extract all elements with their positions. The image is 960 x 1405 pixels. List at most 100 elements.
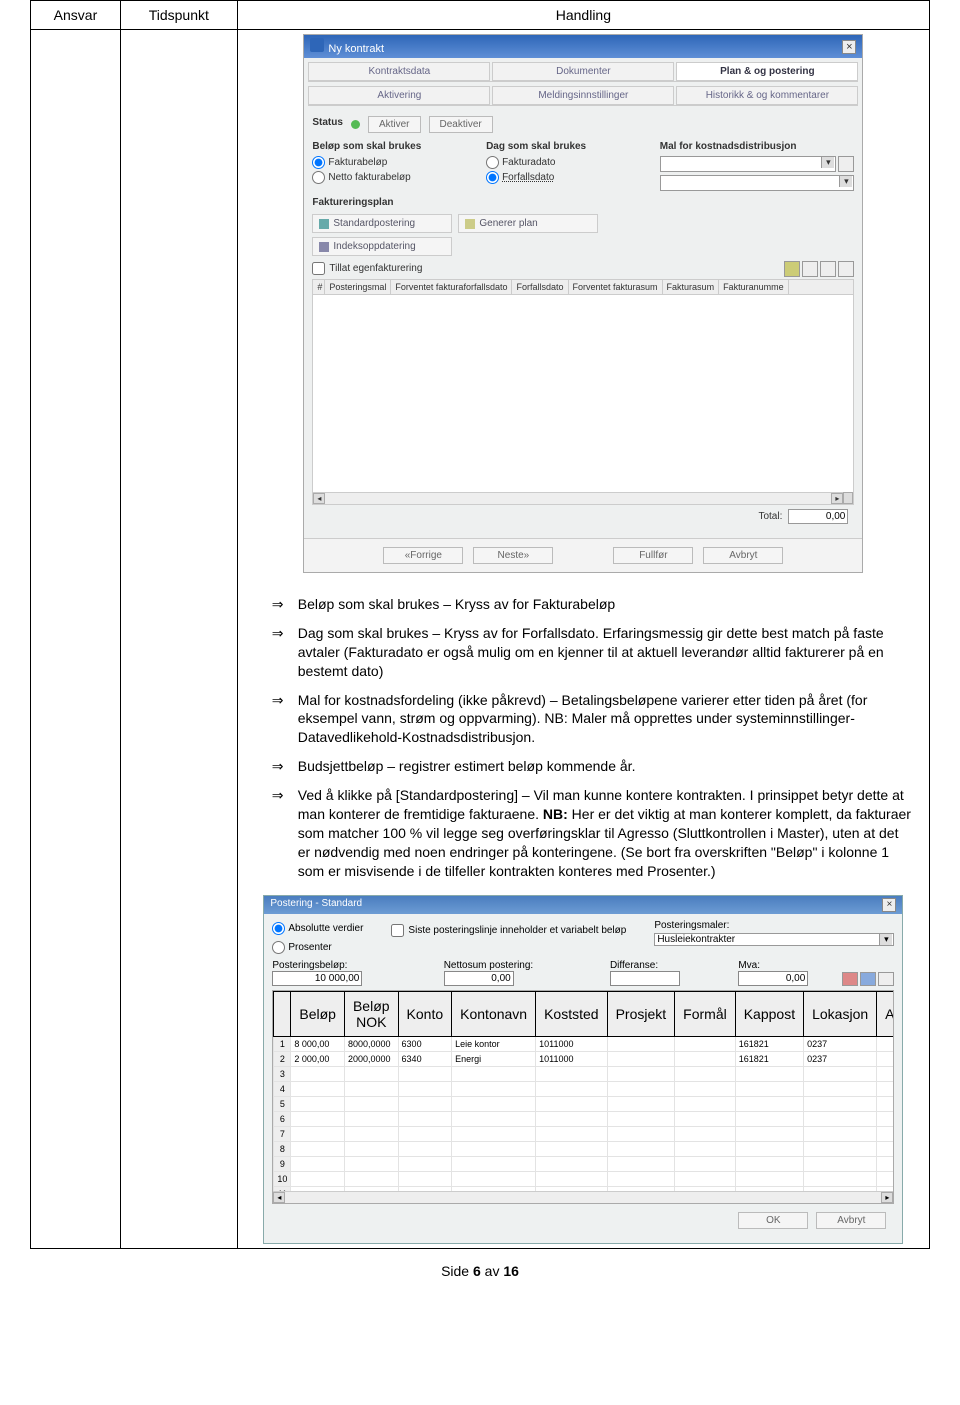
cell-empty[interactable]: [735, 1081, 803, 1096]
cell-empty[interactable]: [398, 1126, 452, 1141]
cell-empty[interactable]: [452, 1081, 536, 1096]
cell[interactable]: Leie kontor: [452, 1036, 536, 1051]
cell[interactable]: [877, 1051, 894, 1066]
table-row[interactable]: 4: [274, 1081, 894, 1096]
cell[interactable]: 8 000,00: [291, 1036, 345, 1051]
post-col-6[interactable]: Prosjekt: [607, 991, 675, 1036]
radio-fakturabelop[interactable]: Fakturabeløp: [312, 156, 462, 169]
cell-empty[interactable]: [452, 1186, 536, 1191]
mal-lookup-icon[interactable]: [838, 156, 854, 172]
table-row[interactable]: 8: [274, 1141, 894, 1156]
avbryt-button[interactable]: Avbryt: [703, 547, 783, 564]
cell-empty[interactable]: [344, 1186, 398, 1191]
cell-empty[interactable]: [291, 1141, 345, 1156]
tab-meldingsinnstillinger[interactable]: Meldingsinnstillinger: [492, 86, 674, 105]
cell-empty[interactable]: [804, 1126, 877, 1141]
cell-empty[interactable]: [344, 1111, 398, 1126]
post-icon-3[interactable]: [878, 972, 894, 986]
cell[interactable]: 161821: [735, 1036, 803, 1051]
cell-empty[interactable]: [398, 1111, 452, 1126]
cell-empty[interactable]: [675, 1111, 736, 1126]
cell-empty[interactable]: [398, 1066, 452, 1081]
cell[interactable]: [675, 1036, 736, 1051]
post-col-0[interactable]: [274, 991, 291, 1036]
cell-empty[interactable]: [877, 1081, 894, 1096]
postering-h-scrollbar[interactable]: ◂▸: [273, 1191, 893, 1203]
cell-empty[interactable]: [291, 1096, 345, 1111]
radio-forfallsdato[interactable]: Forfallsdato: [486, 171, 636, 184]
plan-col-4[interactable]: Fakturasum: [663, 280, 720, 294]
post-col-8[interactable]: Kappost: [735, 991, 803, 1036]
post-col-2[interactable]: Beløp NOK: [344, 991, 398, 1036]
cell-empty[interactable]: [735, 1111, 803, 1126]
cell-empty[interactable]: [291, 1171, 345, 1186]
post-icon-2[interactable]: [860, 972, 876, 986]
post-col-1[interactable]: Beløp: [291, 991, 345, 1036]
cell-empty[interactable]: [344, 1156, 398, 1171]
cell-empty[interactable]: [804, 1111, 877, 1126]
cell[interactable]: 161821: [735, 1051, 803, 1066]
tab-aktivering[interactable]: Aktivering: [308, 86, 490, 105]
cell[interactable]: 2000,0000: [344, 1051, 398, 1066]
tool-icon-1[interactable]: [802, 261, 818, 277]
help-icon[interactable]: [784, 261, 800, 277]
post-col-7[interactable]: Formål: [675, 991, 736, 1036]
cell-empty[interactable]: [607, 1186, 675, 1191]
cell-empty[interactable]: [344, 1096, 398, 1111]
cell-empty[interactable]: [675, 1186, 736, 1191]
cell-empty[interactable]: [877, 1186, 894, 1191]
post-icon-1[interactable]: [842, 972, 858, 986]
generer-plan-button[interactable]: Generer plan: [458, 214, 598, 233]
plan-col-5[interactable]: Fakturanumme: [719, 280, 789, 294]
table-row[interactable]: 3: [274, 1066, 894, 1081]
cell-empty[interactable]: [607, 1141, 675, 1156]
cell-empty[interactable]: [536, 1171, 607, 1186]
cell-empty[interactable]: [877, 1111, 894, 1126]
table-row[interactable]: 18 000,008000,00006300Leie kontor1011000…: [274, 1036, 894, 1051]
cell-empty[interactable]: [452, 1096, 536, 1111]
table-row[interactable]: 22 000,002000,00006340Energi101100016182…: [274, 1051, 894, 1066]
post-col-9[interactable]: Lokasjon: [804, 991, 877, 1036]
siste-linje-checkbox[interactable]: Siste posteringslinje inneholder et vari…: [391, 924, 626, 937]
radio-netto[interactable]: Netto fakturabeløp: [312, 171, 462, 184]
cell-empty[interactable]: [536, 1111, 607, 1126]
post-col-3[interactable]: Konto: [398, 991, 452, 1036]
posteringsmaler-dropdown[interactable]: Husleiekontrakter: [654, 933, 894, 946]
post-col-4[interactable]: Kontonavn: [452, 991, 536, 1036]
cell-empty[interactable]: [804, 1066, 877, 1081]
cell-empty[interactable]: [398, 1156, 452, 1171]
plan-col-0[interactable]: Posteringsmal: [325, 280, 391, 294]
cell-empty[interactable]: [804, 1081, 877, 1096]
cell-empty[interactable]: [877, 1066, 894, 1081]
cell-empty[interactable]: [735, 1171, 803, 1186]
cell-empty[interactable]: [735, 1096, 803, 1111]
cell-empty[interactable]: [398, 1096, 452, 1111]
cell-empty[interactable]: [804, 1141, 877, 1156]
cell[interactable]: 6300: [398, 1036, 452, 1051]
cell-empty[interactable]: [398, 1081, 452, 1096]
indeksoppdatering-button[interactable]: Indeksoppdatering: [312, 237, 452, 256]
tool-icon-2[interactable]: [820, 261, 836, 277]
cell-empty[interactable]: [536, 1066, 607, 1081]
cell-empty[interactable]: [804, 1096, 877, 1111]
cell-empty[interactable]: [804, 1186, 877, 1191]
cell-empty[interactable]: [735, 1066, 803, 1081]
cell-empty[interactable]: [675, 1141, 736, 1156]
tool-icon-3[interactable]: [838, 261, 854, 277]
cell-empty[interactable]: [398, 1141, 452, 1156]
cell-empty[interactable]: [452, 1171, 536, 1186]
plan-h-scrollbar[interactable]: ◂▸: [313, 492, 843, 504]
cell-empty[interactable]: [452, 1066, 536, 1081]
cell-empty[interactable]: [607, 1156, 675, 1171]
cell-empty[interactable]: [452, 1156, 536, 1171]
post-col-10[interactable]: Anskaffelse: [877, 991, 894, 1036]
cell[interactable]: 0237: [804, 1051, 877, 1066]
cell-empty[interactable]: [607, 1111, 675, 1126]
radio-prosenter[interactable]: Prosenter: [272, 941, 363, 954]
aktiver-button[interactable]: Aktiver: [368, 116, 421, 133]
tab-dokumenter[interactable]: Dokumenter: [492, 62, 674, 81]
cell-empty[interactable]: [536, 1081, 607, 1096]
cell-empty[interactable]: [398, 1171, 452, 1186]
cell-empty[interactable]: [804, 1171, 877, 1186]
plan-col-3[interactable]: Forventet fakturasum: [569, 280, 663, 294]
